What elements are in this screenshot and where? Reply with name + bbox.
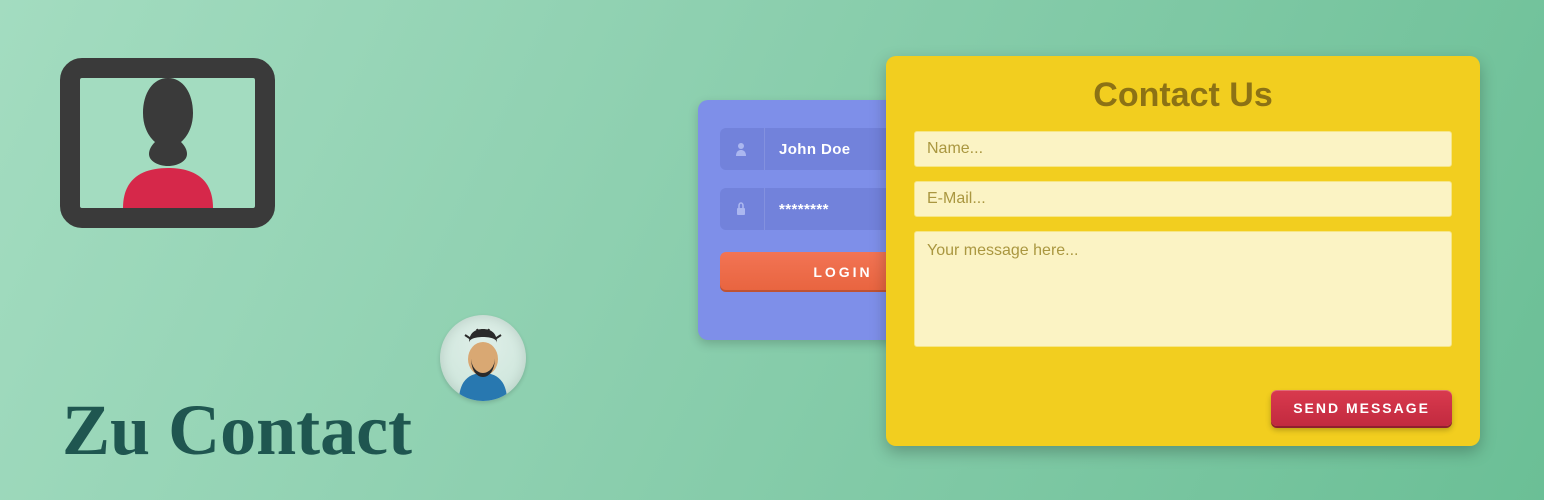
brand-title: Zu Contact <box>62 389 412 472</box>
avatar-icon <box>445 325 521 401</box>
message-textarea[interactable] <box>914 231 1452 347</box>
contact-title: Contact Us <box>914 76 1452 115</box>
username-value: John Doe <box>779 141 851 158</box>
author-avatar <box>440 315 526 401</box>
send-message-button[interactable]: SEND MESSAGE <box>1271 390 1452 426</box>
brand-logo <box>60 58 275 228</box>
person-icon <box>103 68 233 208</box>
contact-card: Contact Us SEND MESSAGE <box>886 56 1480 446</box>
lock-icon <box>732 202 750 216</box>
password-value: ******** <box>779 201 829 218</box>
name-input[interactable] <box>914 131 1452 167</box>
email-input[interactable] <box>914 181 1452 217</box>
user-icon <box>732 142 750 156</box>
